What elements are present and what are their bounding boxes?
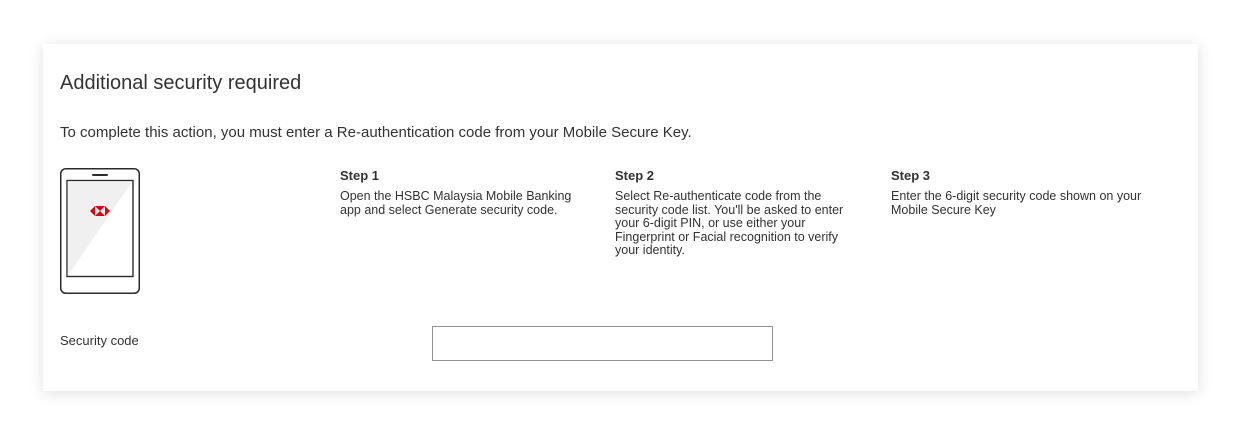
dialog-title: Additional security required [60, 72, 302, 94]
step-text: Select Re-authenticate code from the sec… [615, 189, 844, 257]
step-3: Step 3 Enter the 6-digit security code s… [891, 168, 1171, 217]
phone-with-hsbc-logo-icon [60, 168, 140, 294]
step-1: Step 1 Open the HSBC Malaysia Mobile Ban… [340, 168, 590, 217]
security-code-label: Security code [60, 333, 139, 348]
dialog-intro-text: To complete this action, you must enter … [60, 124, 692, 141]
security-code-input[interactable] [432, 326, 773, 361]
step-heading: Step 3 [891, 168, 931, 183]
step-text: Enter the 6-digit security code shown on… [891, 189, 1142, 217]
step-text: Open the HSBC Malaysia Mobile Banking ap… [340, 189, 572, 217]
step-2: Step 2 Select Re-authenticate code from … [615, 168, 865, 258]
step-heading: Step 2 [615, 168, 655, 183]
security-dialog: Additional security required To complete… [43, 44, 1198, 391]
step-heading: Step 1 [340, 168, 380, 183]
